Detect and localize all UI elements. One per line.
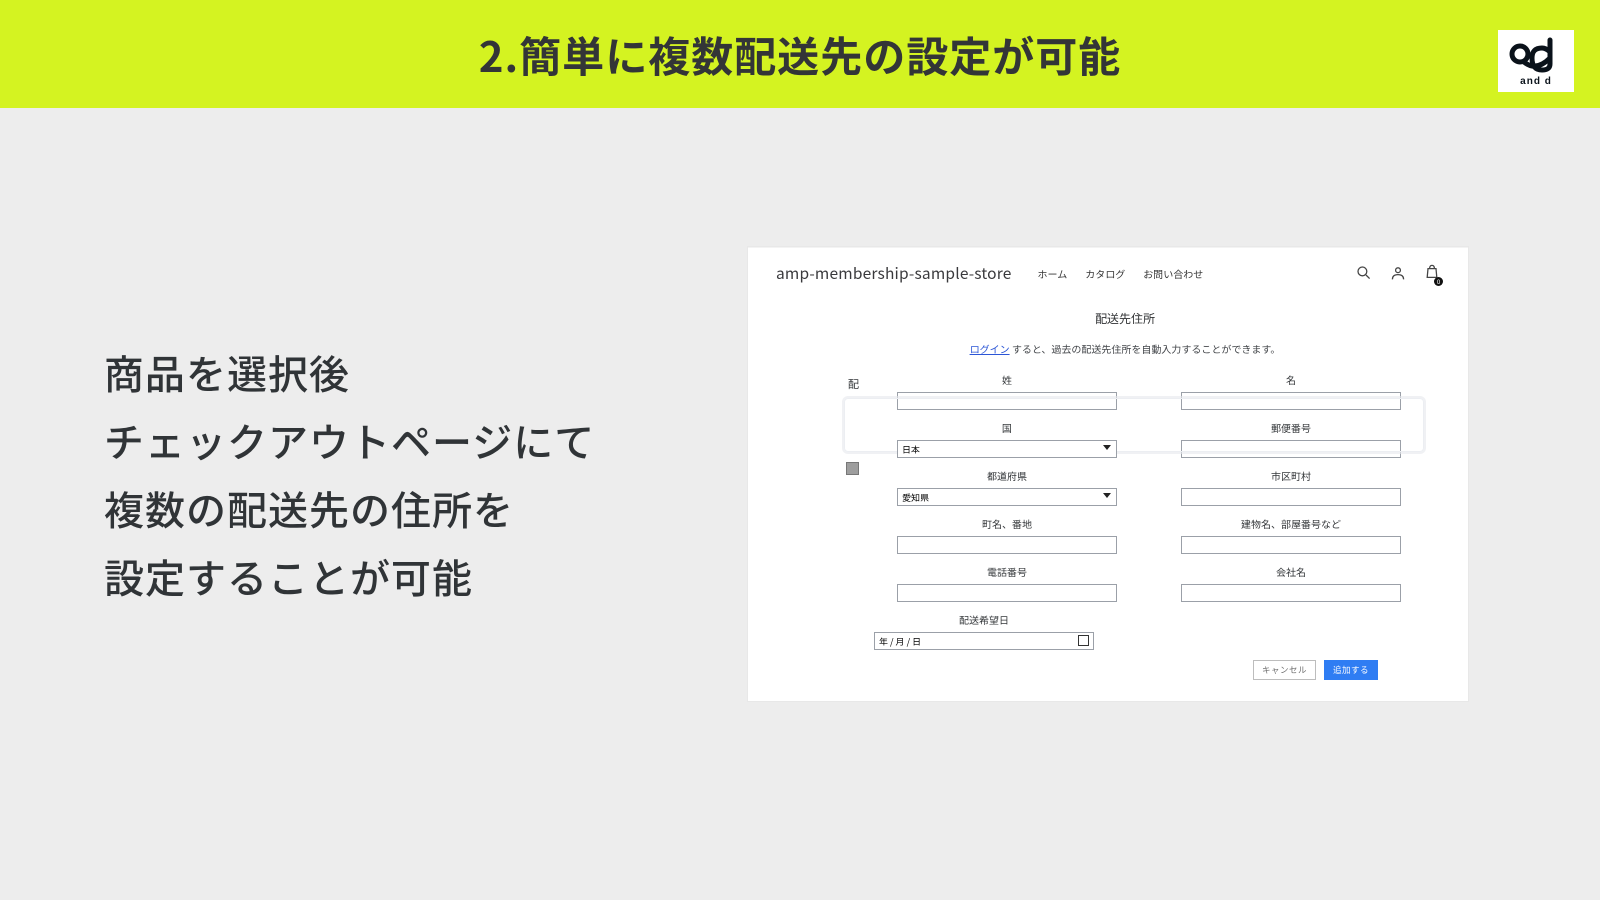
- label-date: 配送希望日: [959, 612, 1009, 627]
- cart-badge: 0: [1434, 277, 1443, 286]
- side-hint-text: 配: [848, 376, 859, 392]
- chevron-down-icon: [1103, 493, 1111, 498]
- desc-line-3: 複数の配送先の住所を: [104, 474, 744, 542]
- header-icons: 0: [1356, 263, 1440, 283]
- desc-line-2: チェックアウトページにて: [104, 406, 744, 474]
- svg-text:and d: and d: [1520, 76, 1552, 86]
- calendar-icon: [1078, 635, 1089, 646]
- lastname-field[interactable]: [897, 392, 1117, 410]
- andd-logo-icon: and d: [1506, 36, 1566, 86]
- street-field[interactable]: [897, 536, 1117, 554]
- checkout-screenshot: amp-membership-sample-store ホーム カタログ お問い…: [748, 247, 1468, 701]
- label-country: 国: [1002, 420, 1012, 435]
- building-field[interactable]: [1181, 536, 1401, 554]
- form-buttons: キャンセル 追加する: [812, 660, 1438, 680]
- cancel-button[interactable]: キャンセル: [1253, 660, 1316, 680]
- slide-title: 2.簡単に複数配送先の設定が可能: [479, 24, 1121, 85]
- login-link[interactable]: ログイン: [970, 341, 1010, 356]
- firstname-field[interactable]: [1181, 392, 1401, 410]
- postal-field[interactable]: [1181, 440, 1401, 458]
- phone-field[interactable]: [897, 584, 1117, 602]
- company-field[interactable]: [1181, 584, 1401, 602]
- side-indicator-icon: [846, 462, 859, 475]
- account-icon[interactable]: [1390, 265, 1406, 281]
- label-postal: 郵便番号: [1271, 420, 1311, 435]
- label-firstname: 名: [1286, 372, 1296, 387]
- shop-name: amp-membership-sample-store: [776, 262, 1012, 284]
- form-title: 配送先住所: [812, 310, 1438, 327]
- label-prefecture: 都道府県: [987, 468, 1027, 483]
- label-lastname: 姓: [1002, 372, 1012, 387]
- label-building: 建物名、部屋番号など: [1241, 516, 1341, 531]
- label-company: 会社名: [1276, 564, 1306, 579]
- chevron-down-icon: [1103, 445, 1111, 450]
- delivery-date-field[interactable]: 年 / 月 / 日: [874, 632, 1094, 650]
- shop-nav: ホーム カタログ お問い合わせ: [1038, 266, 1204, 281]
- andd-logo: and d: [1498, 30, 1574, 92]
- cart-icon[interactable]: 0: [1424, 263, 1440, 283]
- country-select[interactable]: 日本: [897, 440, 1117, 458]
- nav-contact[interactable]: お問い合わせ: [1143, 266, 1203, 281]
- label-street: 町名、番地: [982, 516, 1032, 531]
- city-field[interactable]: [1181, 488, 1401, 506]
- nav-home[interactable]: ホーム: [1038, 266, 1068, 281]
- prefecture-select[interactable]: 愛知県: [897, 488, 1117, 506]
- login-tail: すると、過去の配送先住所を自動入力することができます。: [1010, 341, 1281, 356]
- desc-line-4: 設定することが可能: [104, 542, 744, 610]
- login-hint: ログイン すると、過去の配送先住所を自動入力することができます。: [812, 341, 1438, 356]
- desc-line-1: 商品を選択後: [104, 338, 744, 406]
- slide-description: 商品を選択後 チェックアウトページにて 複数の配送先の住所を 設定することが可能: [104, 338, 744, 610]
- shipping-form: 配 配送先住所 ログイン すると、過去の配送先住所を自動入力することができます。…: [748, 302, 1468, 701]
- shop-header: amp-membership-sample-store ホーム カタログ お問い…: [748, 248, 1468, 302]
- add-button[interactable]: 追加する: [1324, 660, 1378, 680]
- label-city: 市区町村: [1271, 468, 1311, 483]
- slide-header: 2.簡単に複数配送先の設定が可能 and d: [0, 0, 1600, 108]
- label-phone: 電話番号: [987, 564, 1027, 579]
- search-icon[interactable]: [1356, 265, 1372, 281]
- nav-catalog[interactable]: カタログ: [1085, 266, 1125, 281]
